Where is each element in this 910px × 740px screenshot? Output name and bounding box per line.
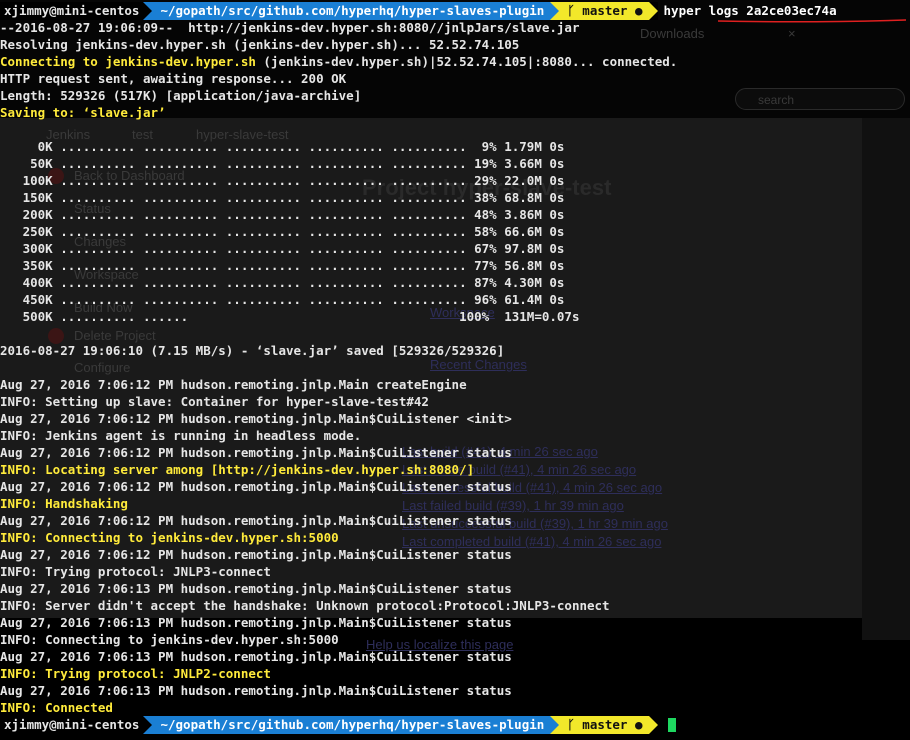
prompt-separator-icon [143, 716, 153, 734]
terminal-line: HTTP request sent, awaiting response... … [0, 71, 347, 86]
terminal-line: INFO: Trying protocol: JNLP3-connect [0, 564, 271, 579]
cursor-icon [667, 718, 676, 732]
prompt-separator-icon [550, 716, 560, 734]
terminal-line: Aug 27, 2016 7:06:13 PM hudson.remoting.… [0, 683, 512, 698]
prompt-command-input[interactable] [658, 716, 664, 734]
terminal-line: INFO: Connecting to jenkins-dev.hyper.sh… [0, 530, 339, 545]
terminal-line: INFO: Connected [0, 700, 113, 715]
prompt-git-branch: ᚴ master ● [559, 2, 649, 20]
terminal-line: Length: 529326 (517K) [application/java-… [0, 88, 362, 103]
terminal-line: Aug 27, 2016 7:06:12 PM hudson.remoting.… [0, 479, 512, 494]
terminal-line: 200K .......... .......... .......... ..… [0, 207, 565, 222]
terminal-line: 2016-08-27 19:06:10 (7.15 MB/s) - ‘slave… [0, 343, 505, 358]
terminal-line: 350K .......... .......... .......... ..… [0, 258, 565, 273]
prompt-separator-icon [550, 2, 560, 20]
terminal-line: Aug 27, 2016 7:06:12 PM hudson.remoting.… [0, 445, 512, 460]
terminal-line: Saving to: ‘slave.jar’ [0, 105, 166, 120]
terminal-line: INFO: Jenkins agent is running in headle… [0, 428, 362, 443]
red-underline-annotation [718, 19, 906, 23]
terminal-line: Aug 27, 2016 7:06:13 PM hudson.remoting.… [0, 581, 512, 596]
prompt-user: xjimmy@mini-centos [0, 2, 144, 20]
terminal-line: INFO: Setting up slave: Container for hy… [0, 394, 429, 409]
terminal-line: --2016-08-27 19:06:09-- http://jenkins-d… [0, 20, 580, 35]
prompt-separator-icon [648, 2, 658, 20]
terminal-line: 250K .......... .......... .......... ..… [0, 224, 565, 239]
terminal-line: 300K .......... .......... .......... ..… [0, 241, 565, 256]
prompt-user: xjimmy@mini-centos [0, 716, 144, 734]
prompt-path: ~/gopath/src/github.com/hyperhq/hyper-sl… [152, 2, 551, 20]
terminal-line: INFO: Connecting to jenkins-dev.hyper.sh… [0, 632, 339, 647]
prompt-separator-icon [648, 716, 658, 734]
prompt-command: hyper logs 2a2ce03ec74a [663, 3, 837, 18]
terminal-line: 500K .......... ...... 100% 131M=0.07s [0, 309, 580, 324]
terminal-line: Resolving jenkins-dev.hyper.sh (jenkins-… [0, 37, 520, 52]
terminal-line: Aug 27, 2016 7:06:13 PM hudson.remoting.… [0, 615, 512, 630]
prompt-separator-icon [143, 2, 153, 20]
terminal-line: INFO: Handshaking [0, 496, 128, 511]
terminal-line: 100K .......... .......... .......... ..… [0, 173, 565, 188]
terminal-line: Aug 27, 2016 7:06:12 PM hudson.remoting.… [0, 377, 467, 392]
prompt-git-branch: ᚴ master ● [559, 716, 649, 734]
terminal-line: Aug 27, 2016 7:06:13 PM hudson.remoting.… [0, 649, 512, 664]
terminal-line: 450K .......... .......... .......... ..… [0, 292, 565, 307]
terminal-line: INFO: Locating server among [http://jenk… [0, 462, 475, 477]
terminal-window[interactable]: xjimmy@mini-centos ~/gopath/src/github.c… [0, 0, 910, 740]
terminal-line: INFO: Trying protocol: JNLP2-connect [0, 666, 271, 681]
prompt-bottom: xjimmy@mini-centos ~/gopath/src/github.c… [0, 716, 676, 734]
prompt-top: xjimmy@mini-centos ~/gopath/src/github.c… [0, 2, 837, 20]
terminal-line: Aug 27, 2016 7:06:12 PM hudson.remoting.… [0, 547, 512, 562]
terminal-line: 50K .......... .......... .......... ...… [0, 156, 565, 171]
prompt-path: ~/gopath/src/github.com/hyperhq/hyper-sl… [152, 716, 551, 734]
terminal-line: Aug 27, 2016 7:06:12 PM hudson.remoting.… [0, 411, 512, 426]
terminal-line: Aug 27, 2016 7:06:12 PM hudson.remoting.… [0, 513, 512, 528]
terminal-line: 400K .......... .......... .......... ..… [0, 275, 565, 290]
terminal-line: 150K .......... .......... .......... ..… [0, 190, 565, 205]
terminal-line: 0K .......... .......... .......... ....… [0, 139, 565, 154]
terminal-line: Connecting to jenkins-dev.hyper.sh (jenk… [0, 54, 678, 69]
terminal-line: INFO: Server didn't accept the handshake… [0, 598, 610, 613]
